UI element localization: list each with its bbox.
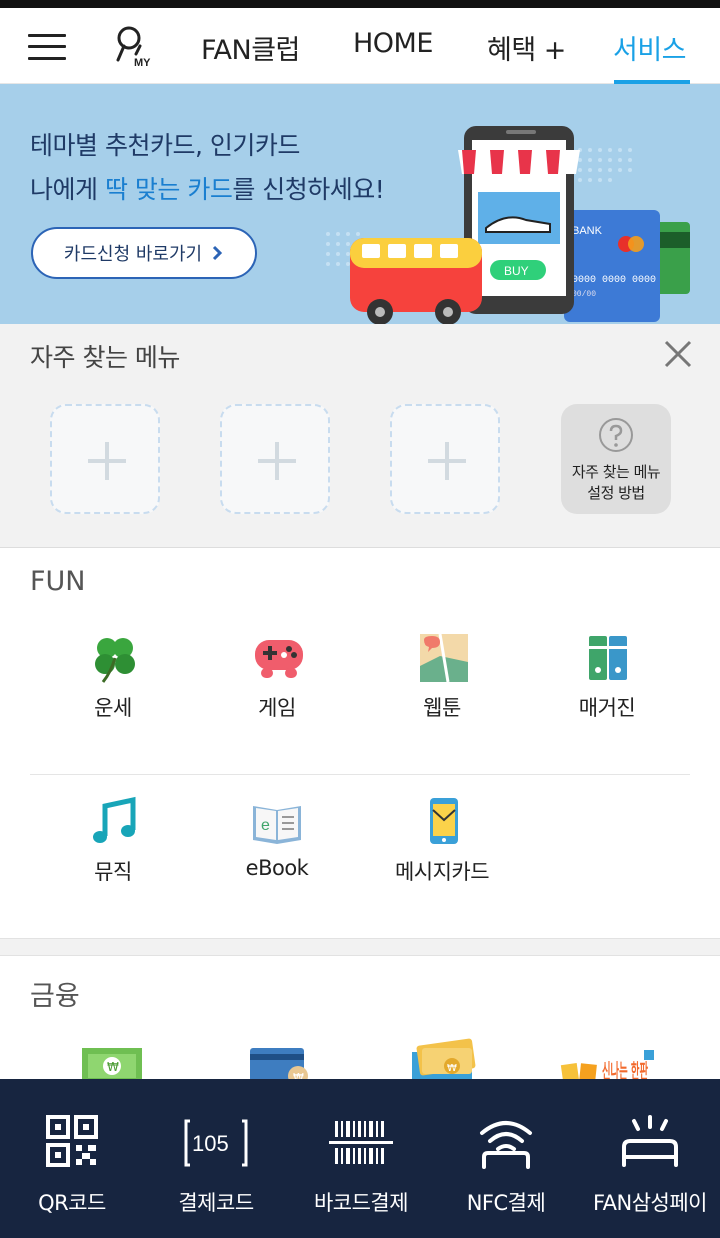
card-won-icon[interactable]: ₩ <box>248 1046 312 1079</box>
fun-section: FUN 운세 게임 웹툰 매거진 뮤직 e eBook 메시지카드 <box>0 548 720 938</box>
fun-item-label: 웹툰 <box>423 696 461 720</box>
fun-item-magazine[interactable]: 매거진 <box>527 632 687 742</box>
fun-item-label: 뮤직 <box>94 860 132 884</box>
clover-icon <box>95 638 135 683</box>
nfc-icon <box>480 1121 532 1169</box>
ebook-icon: e <box>253 806 301 844</box>
add-favorite-slot-2[interactable] <box>220 404 330 514</box>
music-note-icon <box>93 796 136 843</box>
card-apply-button[interactable]: 카드신청 바로가기 <box>31 227 257 279</box>
nfc-pay-label: NFC결제 <box>466 1191 546 1215</box>
samsung-pay-button[interactable]: FAN삼성페이 <box>578 1079 720 1238</box>
fun-item-music[interactable]: 뮤직 <box>33 796 193 906</box>
fun-item-label: 운세 <box>94 696 132 720</box>
svg-text:₩: ₩ <box>447 1063 457 1074</box>
qr-code-icon <box>46 1115 98 1167</box>
qr-code-button[interactable]: QR코드 <box>0 1079 144 1238</box>
qr-code-label: QR코드 <box>38 1191 106 1215</box>
add-favorite-slot-1[interactable] <box>50 404 160 514</box>
svg-text:₩: ₩ <box>293 1071 304 1079</box>
samsung-pay-label: FAN삼성페이 <box>592 1191 708 1215</box>
fun-item-label: eBook <box>245 856 309 880</box>
fun-item-label: 메시지카드 <box>394 860 490 884</box>
menu-icon[interactable] <box>28 32 66 62</box>
payment-code-button[interactable]: 105 결제코드 <box>144 1079 288 1238</box>
banner-headline: 테마별 추천카드, 인기카드 <box>30 131 300 160</box>
nfc-pay-button[interactable]: NFC결제 <box>434 1079 578 1238</box>
divider <box>30 774 690 775</box>
fun-item-message-card[interactable]: 메시지카드 <box>362 796 522 906</box>
favorites-title: 자주 찾는 메뉴 <box>30 343 180 372</box>
svg-text:0000 0000 0000: 0000 0000 0000 <box>572 275 656 286</box>
cash-icon[interactable]: ₩ <box>80 1046 144 1079</box>
fun-item-webtoon[interactable]: 웹툰 <box>362 632 522 742</box>
tab-fan-club[interactable]: FAN클럽 <box>201 28 300 67</box>
finance-title: 금융 <box>30 981 80 1012</box>
svg-text:BANK: BANK <box>572 225 603 237</box>
samsung-pay-icon <box>622 1115 678 1167</box>
tab-home[interactable]: HOME <box>353 28 433 59</box>
svg-text:105: 105 <box>192 1131 229 1156</box>
add-favorite-slot-3[interactable] <box>390 404 500 514</box>
my-page-icon[interactable]: MY <box>112 24 156 69</box>
shopping-illustration: BANK 0000 0000 0000 00/00 BUY <box>326 126 690 324</box>
webtoon-icon <box>420 633 468 683</box>
hanpa-logo-text: 신나는 한판 <box>602 1059 648 1079</box>
barcode-pay-button[interactable]: 바코드결제 <box>289 1079 433 1238</box>
payment-code-icon: 105 <box>184 1119 248 1167</box>
favorites-section: 자주 찾는 메뉴 자주 찾는 메뉴 설정 방법 <box>0 324 720 548</box>
barcode-pay-label: 바코드결제 <box>313 1191 409 1215</box>
gamepad-icon <box>255 640 303 678</box>
payment-bottom-bar: QR코드 105 결제코드 바코드결제 NFC결제 FAN삼성페이 <box>0 1079 720 1238</box>
fun-item-label: 매거진 <box>578 696 636 720</box>
tab-services[interactable]: 서비스 <box>613 28 687 67</box>
money-stack-icon[interactable]: ₩ <box>408 1038 478 1079</box>
help-line-2: 설정 방법 <box>587 484 645 502</box>
svg-text:BUY: BUY <box>504 264 529 278</box>
top-navigation: MY FAN클럽 HOME 혜택 + 서비스 <box>0 8 720 84</box>
svg-text:00/00: 00/00 <box>572 290 596 299</box>
section-separator <box>0 938 720 956</box>
tab-benefits[interactable]: 혜택 + <box>487 28 566 67</box>
hanpa-logo-icon[interactable]: 신나는 한판 <box>560 1046 660 1079</box>
close-icon[interactable] <box>662 338 694 370</box>
fun-item-ebook[interactable]: e eBook <box>197 796 357 906</box>
question-icon <box>599 418 633 452</box>
fun-item-fortune[interactable]: 운세 <box>33 632 193 742</box>
status-bar <box>0 0 720 8</box>
svg-text:e: e <box>261 817 270 834</box>
magazine-icon <box>589 636 627 680</box>
promo-banner[interactable]: 테마별 추천카드, 인기카드 나에게 딱 맞는 카드를 신청하세요! 카드신청 … <box>0 84 720 324</box>
finance-section: 금융 ₩ ₩ ₩ 신나는 한판 <box>0 956 720 1079</box>
fun-item-label: 게임 <box>258 696 296 720</box>
barcode-icon <box>329 1121 393 1164</box>
fun-item-game[interactable]: 게임 <box>197 632 357 742</box>
svg-text:₩: ₩ <box>107 1060 119 1074</box>
chevron-right-icon <box>213 245 223 261</box>
my-label: MY <box>134 57 151 68</box>
favorites-help-button[interactable]: 자주 찾는 메뉴 설정 방법 <box>561 404 671 514</box>
help-line-1: 자주 찾는 메뉴 <box>571 463 661 481</box>
payment-code-label: 결제코드 <box>178 1191 254 1215</box>
message-card-icon <box>430 798 458 844</box>
fun-title: FUN <box>30 566 86 597</box>
